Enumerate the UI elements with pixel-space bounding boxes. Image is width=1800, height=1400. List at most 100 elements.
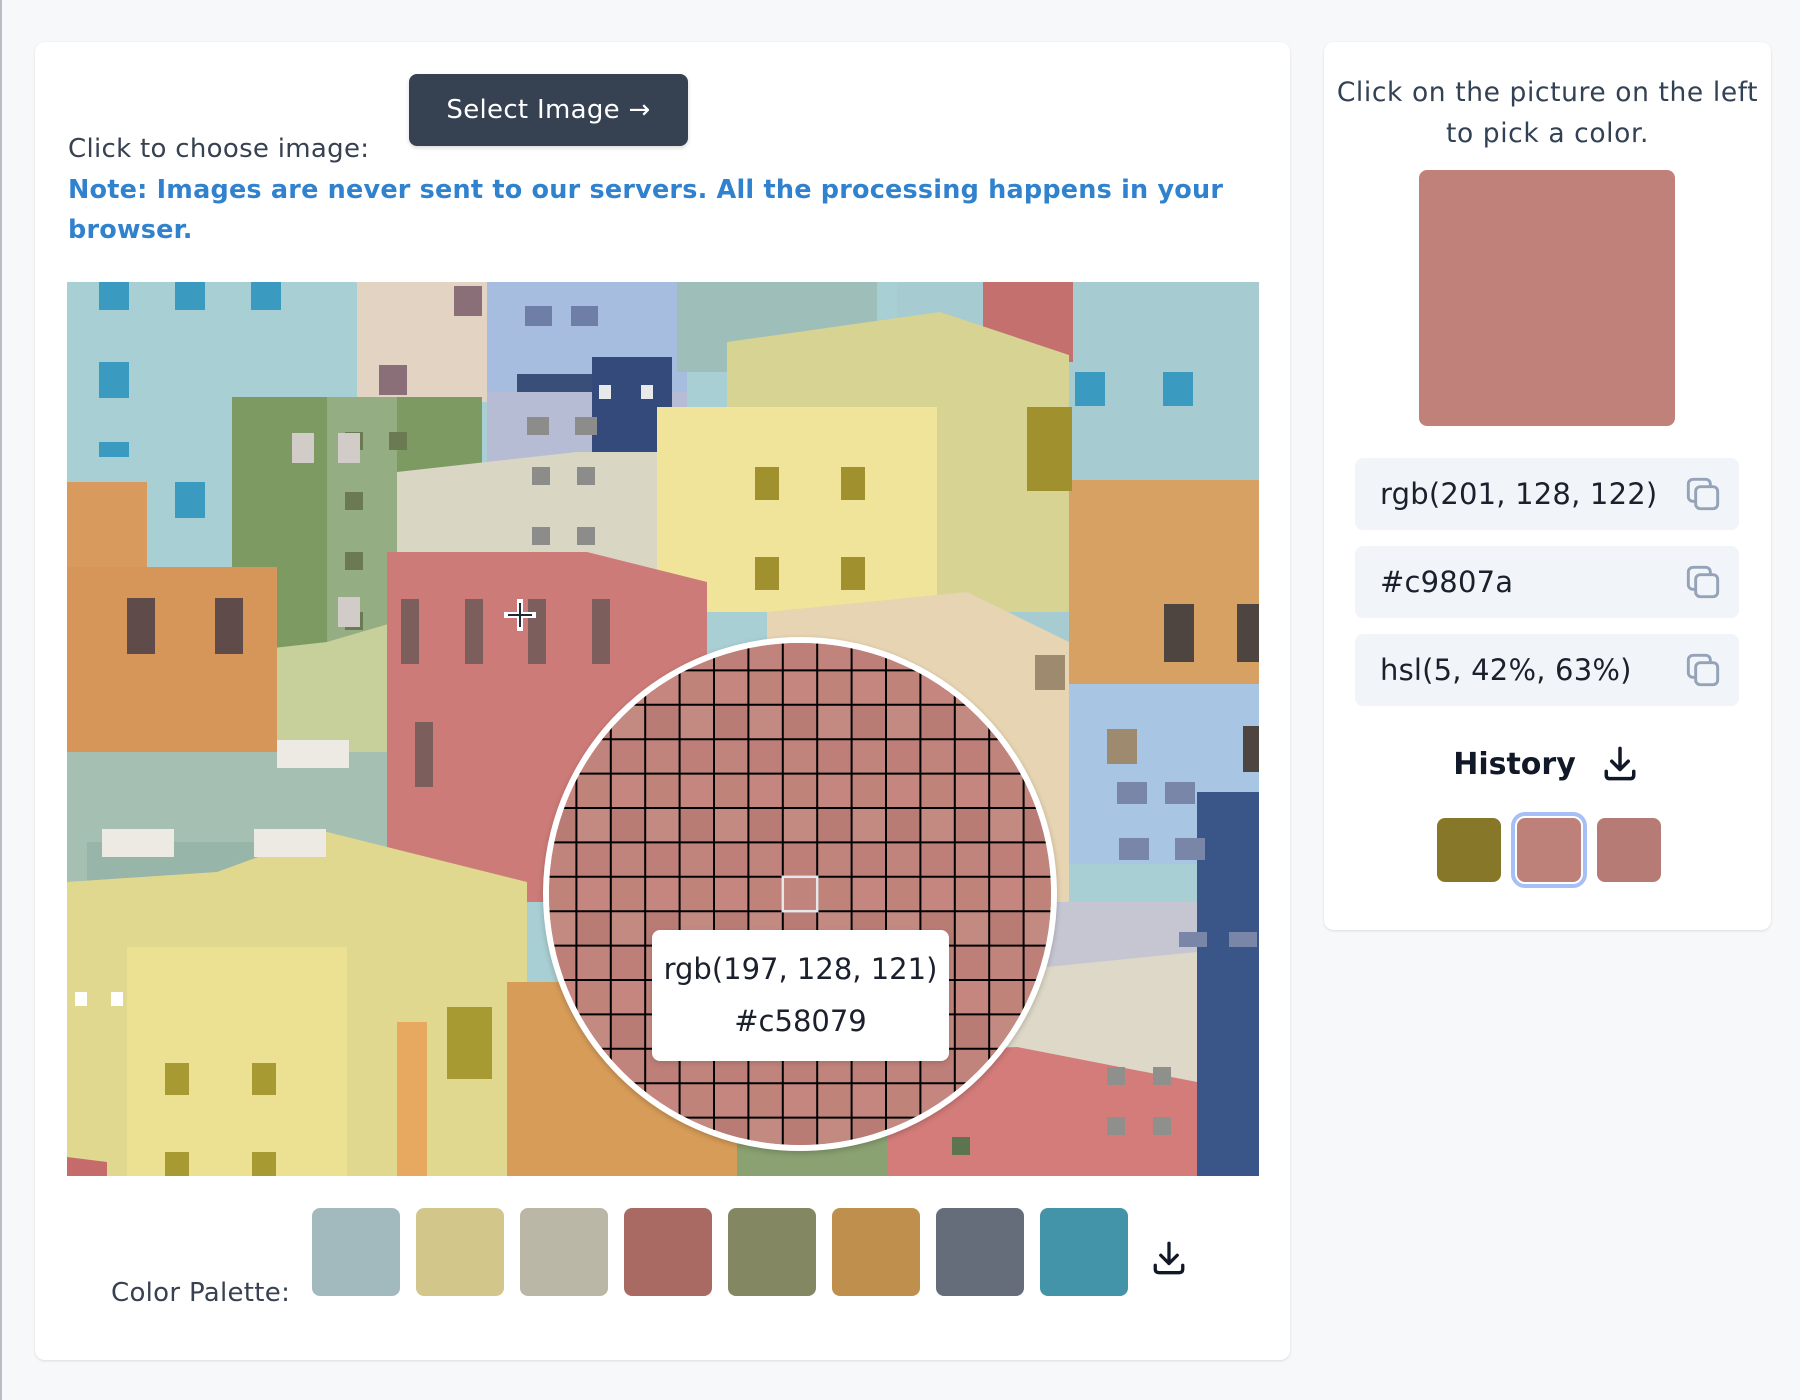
magnified-pixel (954, 739, 990, 774)
magnified-pixel (576, 876, 611, 912)
magnified-pixel (782, 808, 818, 843)
magnified-pixel (851, 670, 886, 705)
magnified-pixel (748, 739, 783, 774)
palette-swatch[interactable] (832, 1208, 920, 1296)
magnified-pixel (679, 842, 714, 877)
magnified-pixel (954, 1048, 990, 1084)
magnified-pixel (748, 876, 783, 912)
select-image-button[interactable]: Select Image → (409, 74, 688, 146)
magnified-pixel (576, 842, 611, 877)
copy-icon[interactable] (1681, 560, 1725, 604)
magnified-pixel (714, 876, 749, 912)
palette-swatch[interactable] (624, 1208, 712, 1296)
magnified-pixel (714, 808, 749, 843)
magnified-pixel (748, 808, 783, 843)
magnified-pixel (817, 739, 852, 774)
magnified-pixel (989, 842, 1024, 877)
magnified-pixel (920, 842, 955, 877)
magnified-pixel (989, 945, 1024, 980)
magnified-pixel (782, 1117, 818, 1145)
magnified-pixel (1023, 876, 1051, 912)
magnified-pixel (817, 1117, 852, 1145)
magnifier-hex-value: #c58079 (734, 1004, 867, 1038)
magnified-pixel (851, 876, 886, 912)
magnified-pixel (714, 704, 749, 740)
palette-swatch[interactable] (520, 1208, 608, 1296)
magnified-pixel (576, 670, 611, 705)
history-swatch[interactable] (1511, 812, 1587, 888)
magnified-pixel (645, 704, 680, 740)
magnified-pixel (817, 643, 852, 671)
magnified-pixel (989, 670, 1024, 705)
magnified-pixel (989, 876, 1024, 912)
color-palette-label: Color Palette: (111, 1278, 291, 1308)
magnified-pixel (645, 876, 680, 912)
hsl-value: hsl(5, 42%, 63%) (1380, 653, 1632, 687)
magnified-pixel (989, 808, 1024, 843)
magnified-pixel (886, 739, 921, 774)
download-icon[interactable] (1147, 1236, 1191, 1280)
magnified-pixel (610, 876, 646, 912)
history-title: History (1453, 746, 1576, 782)
magnified-pixel (679, 704, 714, 740)
magnified-pixel (576, 1083, 611, 1118)
magnified-pixel (886, 876, 921, 912)
magnified-pixel (610, 945, 646, 980)
magnified-pixel (576, 808, 611, 843)
history-swatch[interactable] (1437, 818, 1501, 882)
magnified-pixel (645, 842, 680, 877)
magnified-pixel (679, 876, 714, 912)
hex-value: #c9807a (1380, 565, 1514, 599)
history-download-icon[interactable] (1598, 742, 1642, 786)
hex-value-row: #c9807a (1355, 546, 1739, 618)
magnified-pixel (782, 842, 818, 877)
magnified-pixel (714, 842, 749, 877)
magnified-pixel (920, 704, 955, 740)
magnified-pixel (954, 704, 990, 740)
copy-icon[interactable] (1681, 648, 1725, 692)
choose-image-label: Click to choose image: (68, 134, 370, 164)
magnified-pixel (610, 739, 646, 774)
magnified-pixel (782, 704, 818, 740)
magnified-pixel (782, 1083, 818, 1118)
magnified-pixel (989, 704, 1024, 740)
palette-swatch[interactable] (728, 1208, 816, 1296)
magnified-pixel (549, 876, 577, 912)
magnified-pixel (1023, 911, 1051, 946)
magnified-pixel (886, 773, 921, 808)
magnified-pixel (714, 1083, 749, 1118)
magnified-pixel (886, 808, 921, 843)
copy-icon[interactable] (1681, 472, 1725, 516)
palette-swatch[interactable] (416, 1208, 504, 1296)
magnified-pixel (714, 773, 749, 808)
magnified-pixel (954, 1014, 990, 1049)
history-swatch[interactable] (1597, 818, 1661, 882)
palette-swatch[interactable] (936, 1208, 1024, 1296)
magnified-pixel (886, 842, 921, 877)
magnified-pixel (817, 773, 852, 808)
palette-swatch[interactable] (1040, 1208, 1128, 1296)
magnified-pixel (954, 980, 990, 1015)
magnified-pixel (576, 704, 611, 740)
palette-swatch[interactable] (312, 1208, 400, 1296)
magnified-pixel (549, 842, 577, 877)
hsl-value-row: hsl(5, 42%, 63%) (1355, 634, 1739, 706)
magnified-pixel (748, 670, 783, 705)
magnified-pixel (989, 911, 1024, 946)
magnified-pixel (920, 739, 955, 774)
rgb-value-row: rgb(201, 128, 122) (1355, 458, 1739, 530)
magnified-pixel (645, 1083, 680, 1118)
magnified-pixel (1023, 842, 1051, 877)
magnified-pixel (645, 739, 680, 774)
magnified-pixel (679, 1083, 714, 1118)
magnified-pixel (576, 1014, 611, 1049)
magnified-pixel (610, 980, 646, 1015)
magnified-pixel (920, 876, 955, 912)
magnified-pixel (920, 773, 955, 808)
magnified-pixel (817, 670, 852, 705)
color-details-card: Click on the picture on the left to pick… (1324, 42, 1771, 930)
magnified-pixel (851, 1083, 886, 1118)
magnified-pixel (679, 739, 714, 774)
magnified-pixel (679, 773, 714, 808)
magnified-pixel (782, 670, 818, 705)
